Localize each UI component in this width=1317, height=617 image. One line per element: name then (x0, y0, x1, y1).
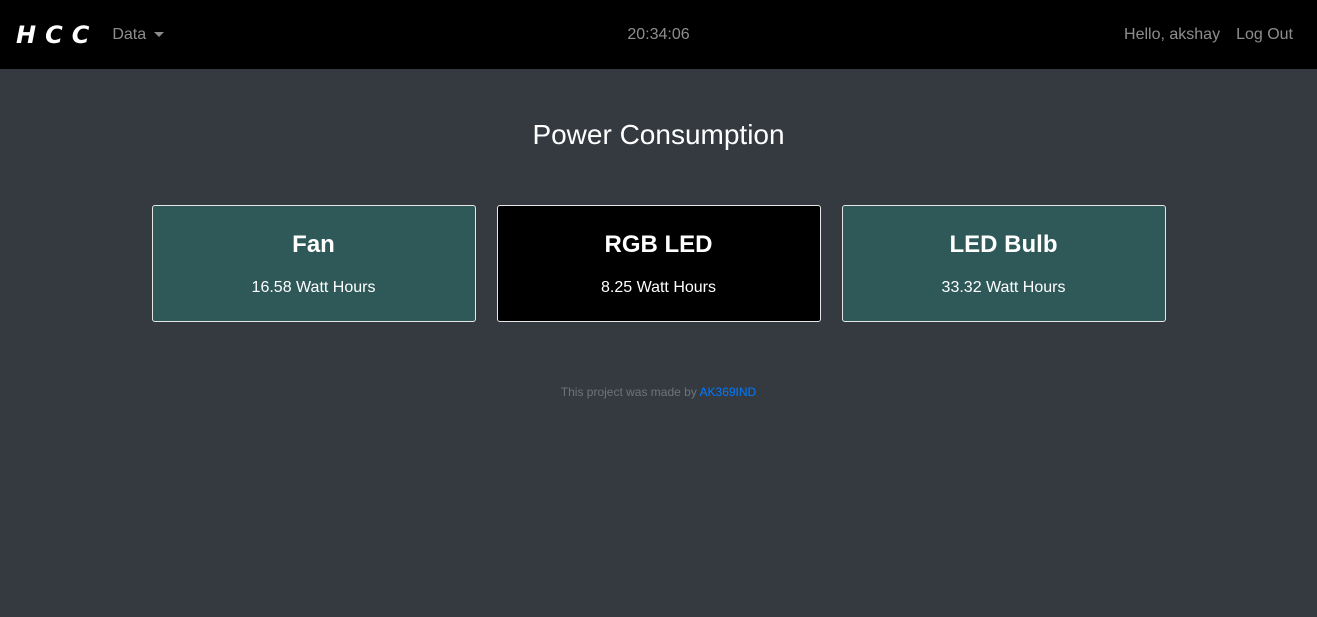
top-navbar: HCC Data 20:34:06 Hello, akshay Log Out (0, 0, 1317, 69)
user-nav: Hello, akshay Log Out (1124, 26, 1301, 44)
page-title: Power Consumption (532, 119, 785, 150)
device-card-value: 33.32 Watt Hours (941, 279, 1066, 296)
main-content: Power Consumption Fan 16.58 Watt Hours R… (0, 119, 1317, 399)
device-card-title: Fan (292, 231, 335, 258)
logout-link[interactable]: Log Out (1236, 26, 1293, 44)
device-card-value: 16.58 Watt Hours (251, 279, 376, 296)
footer-text: This project was made by (560, 385, 697, 399)
footer: This project was made by AK369IND (0, 385, 1317, 399)
device-card-title: RGB LED (604, 231, 713, 258)
device-card-value: 8.25 Watt Hours (600, 279, 716, 296)
user-greeting: Hello, akshay (1124, 25, 1221, 43)
author-link[interactable]: AK369IND (700, 385, 757, 399)
device-card-fan: Fan 16.58 Watt Hours (151, 205, 476, 322)
device-card-rgb-led: RGB LED 8.25 Watt Hours (496, 205, 821, 322)
clock: 20:34:06 (627, 25, 690, 43)
device-card-led-bulb: LED Bulb 33.32 Watt Hours (841, 205, 1166, 322)
data-dropdown-label: Data (112, 25, 147, 43)
chevron-down-icon (154, 32, 165, 37)
brand-logo[interactable]: HCC (16, 21, 98, 49)
data-dropdown[interactable]: Data (112, 25, 165, 44)
device-cards: Fan 16.58 Watt Hours RGB LED 8.25 Watt H… (0, 205, 1317, 322)
device-card-title: LED Bulb (949, 231, 1058, 258)
